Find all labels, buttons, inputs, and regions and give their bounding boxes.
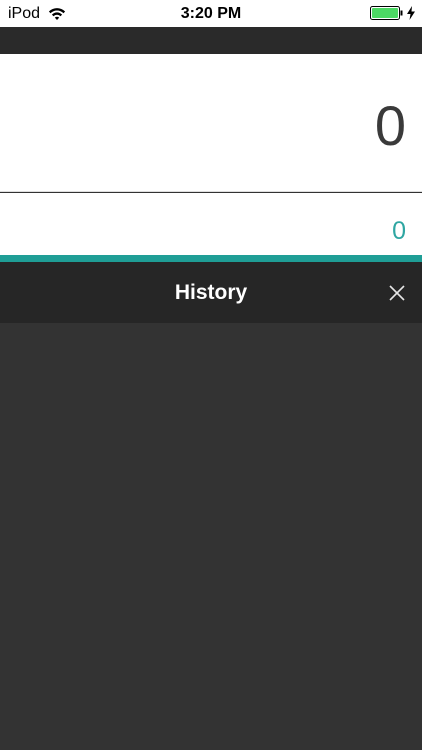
main-display-value: 0 [374,94,406,157]
secondary-display-value: 0 [392,217,406,245]
status-time: 3:20 PM [180,5,242,22]
history-list[interactable] [0,323,422,750]
status-bar: iPod 3:20 PM [0,0,422,27]
close-history-button[interactable] [386,282,408,304]
main-display: 0 [0,54,422,192]
history-title: History [174,281,248,304]
secondary-display: 0 [0,193,422,255]
accent-divider [0,255,422,262]
top-toolbar-strip [0,27,422,54]
charging-icon [407,6,415,20]
battery-icon [370,6,403,20]
status-right [370,6,415,20]
close-icon [389,285,405,301]
history-header: History [0,262,422,323]
